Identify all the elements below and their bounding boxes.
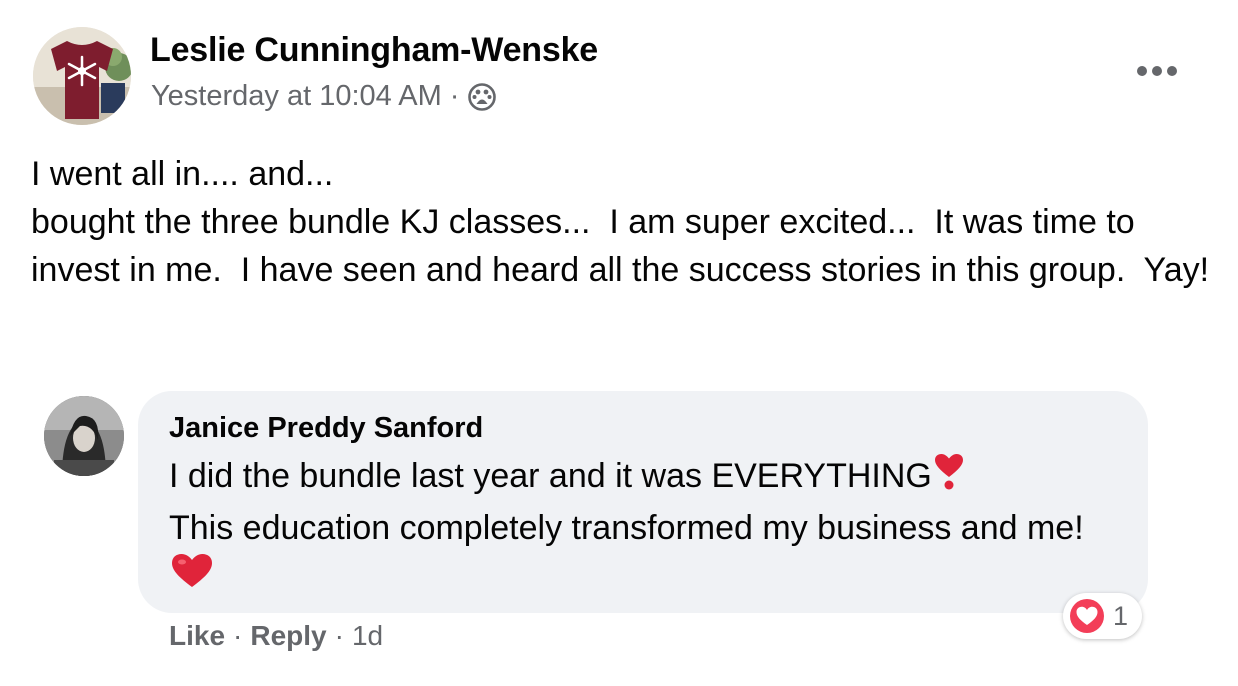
group-icon[interactable] — [467, 82, 497, 112]
commenter-avatar[interactable] — [44, 396, 124, 476]
reaction-summary[interactable]: 1 — [1063, 593, 1143, 639]
post-author-name[interactable]: Leslie Cunningham-Wenske — [150, 31, 598, 70]
comment-line-2: This education completely transformed my… — [169, 508, 1094, 547]
love-reaction-icon — [1070, 599, 1104, 633]
commenter-name[interactable]: Janice Preddy Sanford — [169, 412, 483, 445]
action-separator: · — [233, 620, 243, 651]
comment-line-1: I did the bundle last year and it was EV… — [169, 457, 932, 495]
author-avatar[interactable] — [33, 27, 131, 125]
more-horizontal-icon — [1137, 66, 1177, 76]
more-options-button[interactable] — [1134, 58, 1180, 84]
post-timestamp[interactable]: Yesterday at 10:04 AM — [151, 80, 442, 113]
post-body-text: I went all in.... and... bought the thre… — [31, 155, 1210, 289]
red-heart-emoji — [171, 553, 213, 602]
action-separator: · — [334, 620, 344, 651]
reaction-count: 1 — [1113, 600, 1129, 631]
post-meta: Yesterday at 10:04 AM · — [151, 80, 497, 113]
comment-age[interactable]: 1d — [352, 620, 383, 652]
comment-body-text: I did the bundle last year and it was EV… — [169, 452, 1129, 602]
reply-button[interactable]: Reply — [250, 620, 326, 652]
meta-separator: · — [449, 80, 460, 112]
heart-exclamation-emoji — [934, 453, 964, 504]
comment-actions: Like · Reply · 1d — [169, 620, 383, 652]
like-button[interactable]: Like — [169, 620, 225, 652]
